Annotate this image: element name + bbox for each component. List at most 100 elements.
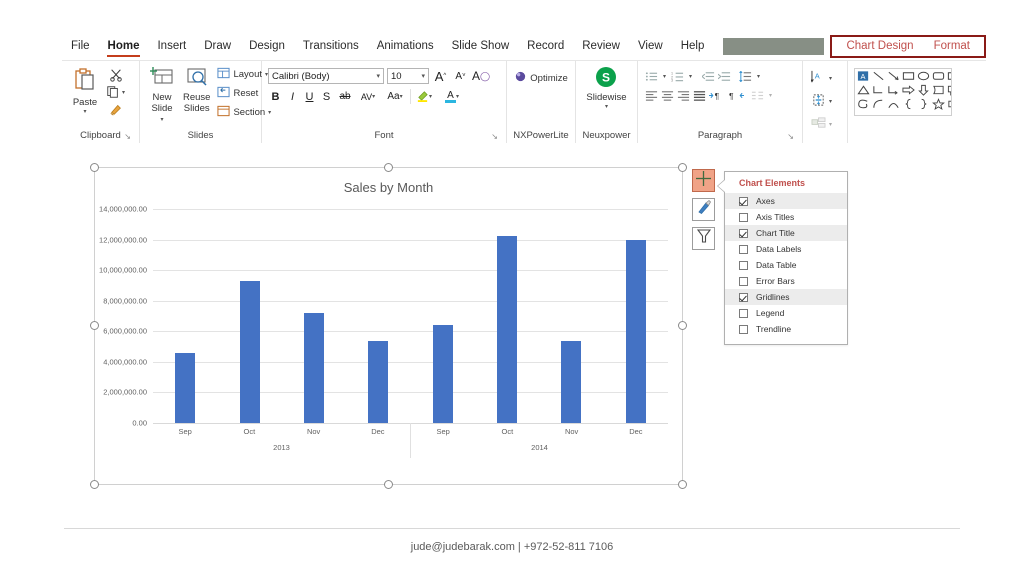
clear-formatting-button[interactable]: A ◯ [472, 69, 490, 84]
bar-oct-1[interactable] [239, 280, 260, 423]
tab-file[interactable]: File [62, 37, 99, 56]
shape-scribble-icon[interactable] [857, 97, 870, 115]
chart-styles-button[interactable] [692, 198, 715, 221]
ltr-text-direction-button[interactable]: ¶ [708, 88, 726, 102]
shape-left-brace-icon[interactable] [902, 97, 915, 115]
font-color-button[interactable]: A ▾ [439, 89, 465, 104]
resize-handle-bottom-left[interactable] [90, 480, 99, 489]
text-direction-button[interactable]: A ▾ [809, 69, 834, 88]
bullets-button[interactable] [644, 69, 659, 83]
paragraph-dialog-launcher[interactable]: ↘ [787, 133, 794, 141]
shape-arc-icon[interactable] [887, 97, 900, 115]
format-painter-icon[interactable] [106, 102, 125, 116]
shape-curve-icon[interactable] [872, 97, 885, 115]
bullets-dropdown-arrow[interactable]: ▾ [660, 69, 669, 83]
bar-sep-4[interactable] [432, 325, 453, 423]
underline-button[interactable]: U [302, 89, 317, 104]
tab-help[interactable]: Help [672, 37, 714, 56]
chart-elements-panel[interactable]: Chart Elements Axes Axis Titles Chart Titl… [717, 171, 848, 345]
checkbox-icon[interactable] [739, 228, 748, 238]
line-spacing-button[interactable] [738, 69, 753, 83]
resize-handle-top-right[interactable] [678, 163, 687, 172]
change-case-button[interactable]: Aa ▾ [382, 89, 408, 104]
slidewise-button[interactable]: S Slidewise ▾ [582, 65, 630, 111]
checkbox-icon[interactable] [739, 292, 748, 302]
chart-element-item-gridlines[interactable]: Gridlines [725, 289, 847, 305]
font-size-dropdown-arrow[interactable]: ▾ [421, 72, 425, 80]
strikethrough-button[interactable]: ab [336, 89, 354, 104]
chart-title[interactable]: Sales by Month [95, 180, 682, 195]
italic-button[interactable]: I [285, 89, 300, 104]
tab-home[interactable]: Home [99, 37, 149, 57]
chart-element-item-axis-titles[interactable]: Axis Titles [725, 209, 847, 225]
checkbox-icon[interactable] [739, 260, 748, 270]
shapes-gallery[interactable]: A [854, 68, 952, 116]
tab-design[interactable]: Design [240, 37, 294, 56]
chart-filters-button[interactable] [692, 227, 715, 250]
text-shadow-button[interactable]: S [319, 89, 334, 104]
resize-handle-middle-right[interactable] [678, 321, 687, 330]
new-slide-button[interactable]: New Slide ▾ [146, 65, 178, 126]
numbering-dropdown-arrow[interactable]: ▾ [686, 69, 695, 83]
resize-handle-middle-left[interactable] [90, 321, 99, 330]
chart-plot-area[interactable]: 14,000,000.00 12,000,000.00 10,000,000.0… [99, 205, 668, 428]
align-right-button[interactable] [676, 88, 691, 102]
bar-slot[interactable] [604, 209, 668, 423]
tab-transitions[interactable]: Transitions [294, 37, 368, 56]
bar-slot[interactable] [411, 209, 475, 423]
align-center-button[interactable] [660, 88, 675, 102]
bar-series[interactable] [153, 209, 668, 423]
chart-elements-button[interactable] [692, 169, 715, 192]
text-highlight-color-button[interactable]: ▾ [410, 89, 437, 104]
chart-element-item-legend[interactable]: Legend [725, 305, 847, 321]
checkbox-icon[interactable] [739, 276, 748, 286]
resize-handle-bottom-right[interactable] [678, 480, 687, 489]
chart-object[interactable]: Sales by Month 14,000,000.00 12,000,000.… [90, 163, 687, 489]
tab-chart-design[interactable]: Chart Design [840, 39, 919, 53]
decrease-indent-button[interactable] [701, 69, 716, 83]
increase-indent-button[interactable] [717, 69, 732, 83]
bar-dec-3[interactable] [368, 341, 389, 423]
checkbox-icon[interactable] [739, 244, 748, 254]
chart-element-item-trendline[interactable]: Trendline [725, 321, 847, 337]
columns-dropdown-arrow[interactable]: ▾ [766, 88, 775, 102]
resize-handle-bottom-center[interactable] [383, 480, 393, 489]
font-name-combo[interactable]: Calibri (Body) ▾ [268, 68, 384, 84]
decrease-font-size-button[interactable]: A ˅ [452, 69, 469, 84]
bar-slot[interactable] [539, 209, 603, 423]
align-text-button[interactable]: ▾ [809, 92, 834, 111]
justify-button[interactable] [692, 88, 707, 102]
tab-view[interactable]: View [629, 37, 672, 56]
copy-icon[interactable]: ▾ [106, 85, 125, 99]
checkbox-icon[interactable] [739, 196, 748, 206]
columns-button[interactable] [750, 88, 765, 102]
bar-sep-0[interactable] [175, 352, 196, 423]
font-name-dropdown-arrow[interactable]: ▾ [376, 72, 380, 80]
bar-slot[interactable] [153, 209, 217, 423]
tab-review[interactable]: Review [573, 37, 629, 56]
tab-draw[interactable]: Draw [195, 37, 240, 56]
cut-icon[interactable] [106, 68, 125, 82]
chart-elements-list[interactable]: Axes Axis Titles Chart Title Data Labels Dat… [725, 193, 847, 337]
chart-element-item-error-bars[interactable]: Error Bars [725, 273, 847, 289]
checkbox-icon[interactable] [739, 212, 748, 222]
font-size-combo[interactable]: 10 ▾ [387, 68, 429, 84]
line-spacing-dropdown-arrow[interactable]: ▾ [754, 69, 763, 83]
bar-dec-7[interactable] [625, 240, 646, 423]
optimize-button[interactable]: Optimize [512, 69, 569, 87]
bold-button[interactable]: B [268, 89, 283, 104]
checkbox-icon[interactable] [739, 324, 748, 334]
bar-nov-2[interactable] [303, 312, 324, 423]
increase-font-size-button[interactable]: A ^ [432, 69, 449, 84]
resize-handle-top-left[interactable] [90, 163, 99, 172]
tab-format[interactable]: Format [928, 39, 976, 53]
copy-dropdown-arrow[interactable]: ▾ [122, 89, 125, 96]
bar-slot[interactable] [346, 209, 410, 423]
tab-animations[interactable]: Animations [368, 37, 443, 56]
font-dialog-launcher[interactable]: ↘ [491, 133, 498, 141]
checkbox-icon[interactable] [739, 308, 748, 318]
bar-nov-6[interactable] [561, 341, 582, 423]
tab-slide-show[interactable]: Slide Show [443, 37, 519, 56]
shape-more-icon[interactable] [947, 97, 951, 115]
tab-record[interactable]: Record [518, 37, 573, 56]
